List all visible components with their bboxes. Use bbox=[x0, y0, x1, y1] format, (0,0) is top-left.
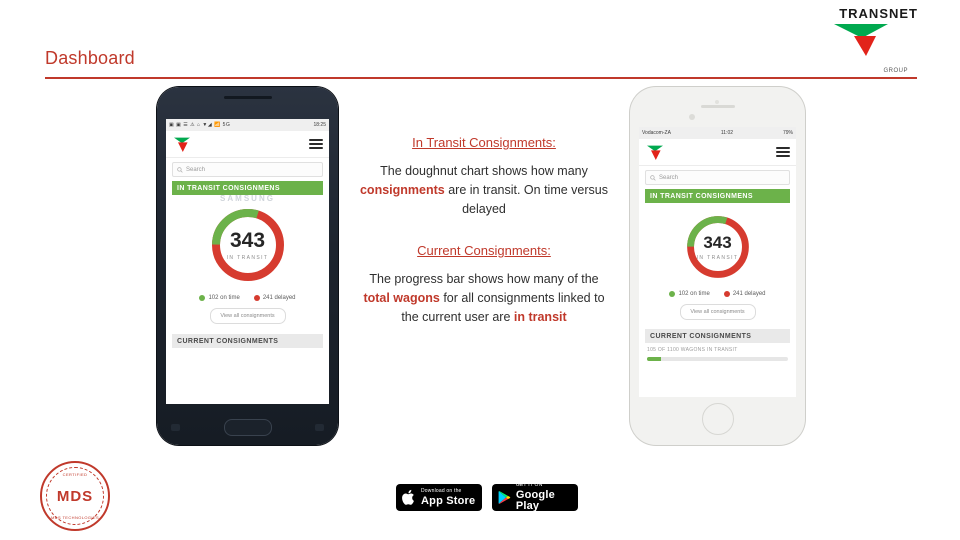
donut-center-label: 343 IN TRANSIT bbox=[682, 211, 754, 283]
donut-value: 343 bbox=[703, 232, 732, 252]
view-all-consignments-button[interactable]: View all consignments bbox=[679, 304, 756, 320]
iphone-screen: Vodacom-ZA 11:02 79% Search IN TRANSIT C… bbox=[639, 127, 796, 397]
google-play-text: GET IT ON Google Play bbox=[516, 483, 572, 512]
google-play-small-label: GET IT ON bbox=[515, 482, 543, 488]
progress-caption: 105 OF 1100 WAGONS IN TRANSIT bbox=[647, 347, 738, 353]
copy-emph-consignments: consignments bbox=[359, 183, 445, 197]
legend-label-ontime: 102 on time bbox=[678, 291, 710, 297]
title-divider bbox=[45, 77, 917, 79]
search-placeholder: Search bbox=[186, 166, 206, 173]
donut-center-label: 343 IN TRANSIT bbox=[206, 203, 290, 287]
iphone-mockup: Vodacom-ZA 11:02 79% Search IN TRANSIT C… bbox=[630, 87, 805, 445]
in-transit-donut-chart: 343 IN TRANSIT bbox=[682, 211, 754, 283]
legend-dot-green-icon bbox=[669, 291, 676, 297]
legend-item-delayed: 241 delayed bbox=[723, 291, 766, 297]
copy-emph-in-transit: in transit bbox=[513, 310, 567, 324]
copy-emph-total-wagons: total wagons bbox=[363, 291, 440, 305]
app-logo-icon bbox=[647, 145, 663, 160]
copy-text-2a: The progress bar shows how many of the bbox=[369, 272, 599, 286]
legend-label-delayed: 241 delayed bbox=[732, 291, 766, 297]
in-transit-donut-chart: 343 IN TRANSIT bbox=[206, 203, 290, 287]
device-brand-label: SAMSUNG bbox=[220, 194, 275, 203]
google-play-icon bbox=[498, 491, 511, 504]
copy-text-1b: are in transit. On time versus delayed bbox=[444, 183, 608, 216]
legend-dot-red-icon bbox=[723, 291, 730, 297]
app-store-small-label: Download on the bbox=[421, 487, 462, 494]
donut-legend: 102 on time 241 delayed bbox=[639, 291, 796, 297]
section-header-in-transit: IN TRANSIT CONSIGNMENS bbox=[172, 181, 323, 195]
view-all-consignments-button[interactable]: View all consignments bbox=[209, 308, 286, 324]
app-bar bbox=[639, 139, 796, 166]
menu-icon[interactable] bbox=[309, 139, 323, 149]
status-icons: ▣ ▣ ☰ ⚠ ⌂ ▼◢ 📶 5G bbox=[169, 122, 231, 128]
legend-dot-green-icon bbox=[199, 295, 206, 301]
google-play-big-label: Google Play bbox=[515, 489, 555, 512]
proximity-sensor bbox=[715, 100, 719, 104]
status-carrier: Vodacom-ZA bbox=[642, 130, 671, 136]
section-header-current: CURRENT CONSIGNMENTS bbox=[645, 329, 790, 343]
mds-seal-icon: CERTIFIED MDS MDS TECHNOLOGIES bbox=[40, 461, 110, 531]
legend-item-delayed: 241 delayed bbox=[253, 295, 296, 301]
mds-bottom-text: MDS TECHNOLOGIES bbox=[50, 515, 100, 520]
app-logo-icon bbox=[174, 137, 190, 152]
store-badges: Download on the App Store GET IT ON Goog… bbox=[396, 483, 578, 512]
mds-logo: CERTIFIED MDS MDS TECHNOLOGIES bbox=[20, 460, 130, 532]
status-bar: Vodacom-ZA 11:02 79% bbox=[639, 127, 796, 139]
page-title: Dashboard bbox=[45, 48, 135, 68]
search-input[interactable]: Search bbox=[172, 162, 323, 177]
search-input[interactable]: Search bbox=[645, 170, 790, 185]
copy-heading-in-transit: In Transit Consignments: bbox=[412, 135, 556, 150]
back-button[interactable] bbox=[315, 424, 324, 431]
explanatory-copy: In Transit Consignments: The doughnut ch… bbox=[355, 133, 613, 349]
earpiece-speaker bbox=[700, 105, 735, 108]
front-camera bbox=[689, 114, 695, 120]
copy-text-1a: The doughnut chart shows how many bbox=[380, 164, 588, 178]
menu-icon[interactable] bbox=[776, 147, 790, 157]
legend-label-delayed: 241 delayed bbox=[262, 295, 296, 301]
legend-item-ontime: 102 on time bbox=[669, 291, 710, 297]
app-store-badge[interactable]: Download on the App Store bbox=[396, 484, 482, 511]
status-bar: ▣ ▣ ☰ ⚠ ⌂ ▼◢ 📶 5G 18:25 bbox=[166, 119, 329, 131]
transnet-mark-icon bbox=[834, 24, 888, 56]
status-time: 18:25 bbox=[313, 122, 326, 128]
app-store-big-label: App Store bbox=[421, 494, 476, 507]
search-placeholder: Search bbox=[659, 174, 679, 181]
legend-dot-red-icon bbox=[253, 295, 260, 301]
brand-tagline: GROUP bbox=[883, 68, 908, 74]
search-icon bbox=[650, 174, 656, 181]
home-button[interactable] bbox=[701, 403, 734, 435]
legend-item-ontime: 102 on time bbox=[199, 295, 240, 301]
copy-body-current: The progress bar shows how many of the t… bbox=[355, 270, 613, 327]
status-battery: 79% bbox=[782, 130, 793, 136]
brand-wordmark: TRANSNET bbox=[839, 6, 918, 21]
copy-body-in-transit: The doughnut chart shows how many consig… bbox=[355, 162, 613, 219]
recents-button[interactable] bbox=[171, 424, 180, 431]
legend-label-ontime: 102 on time bbox=[208, 295, 240, 301]
donut-sublabel: IN TRANSIT bbox=[226, 254, 269, 261]
samsung-screen: ▣ ▣ ☰ ⚠ ⌂ ▼◢ 📶 5G 18:25 Search IN TRANSI… bbox=[166, 119, 329, 404]
section-header-current: CURRENT CONSIGNMENTS bbox=[172, 334, 323, 348]
apple-icon bbox=[402, 489, 414, 505]
app-bar bbox=[166, 131, 329, 158]
earpiece-speaker bbox=[223, 96, 272, 99]
section-header-in-transit: IN TRANSIT CONSIGNMENS bbox=[645, 189, 790, 203]
status-time: 11:02 bbox=[720, 130, 734, 136]
copy-heading-current: Current Consignments: bbox=[417, 243, 551, 258]
app-store-text: Download on the App Store bbox=[421, 487, 476, 507]
wagons-progress-bar bbox=[647, 357, 788, 361]
search-icon bbox=[177, 166, 183, 173]
mds-text: MDS bbox=[56, 487, 94, 505]
samsung-phone-mockup: ▣ ▣ ☰ ⚠ ⌂ ▼◢ 📶 5G 18:25 Search IN TRANSI… bbox=[157, 87, 338, 445]
mds-top-text: CERTIFIED bbox=[62, 472, 88, 477]
donut-value: 343 bbox=[229, 228, 266, 252]
wagons-progress-fill bbox=[647, 357, 662, 361]
donut-legend: 102 on time 241 delayed bbox=[166, 295, 329, 301]
google-play-badge[interactable]: GET IT ON Google Play bbox=[492, 483, 578, 512]
donut-sublabel: IN TRANSIT bbox=[696, 254, 739, 261]
home-button[interactable] bbox=[223, 419, 272, 436]
transnet-logo: TRANSNET GROUP bbox=[798, 4, 918, 74]
